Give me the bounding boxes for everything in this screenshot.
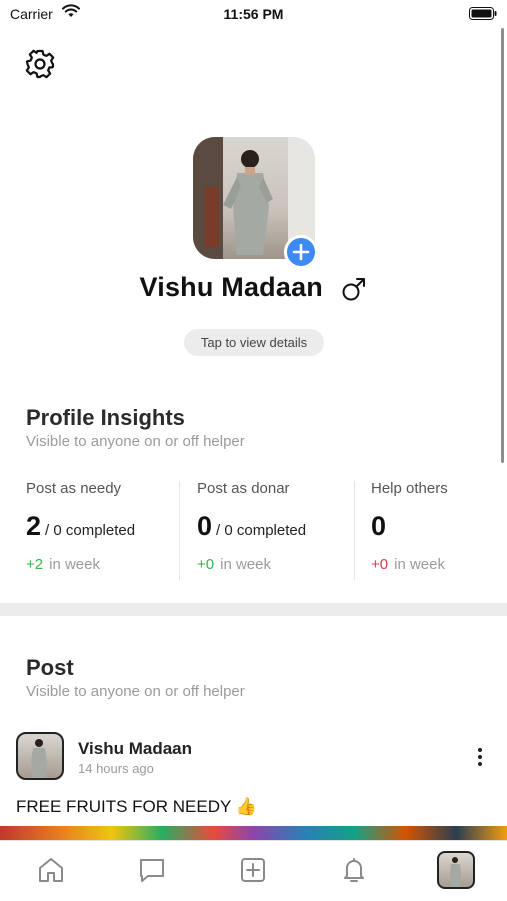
post-caption: FREE FRUITS FOR NEEDY 👍 [16,797,257,816]
posts-subtitle: Visible to anyone on or off helper [26,683,245,700]
gear-icon[interactable] [24,48,56,80]
stat-label: Help others [371,480,448,497]
stat-value: 2/ 0 completed [26,511,135,542]
stat-delta: +2 [26,556,44,573]
section-separator [0,603,507,616]
profile-name: Vishu Madaan [139,272,323,302]
stat-week: +0 in week [197,556,306,573]
post-image[interactable] [0,826,507,840]
stat-value: 0 [371,511,448,542]
stat-count: 0 [371,511,387,541]
insights-title: Profile Insights [26,405,185,430]
bell-icon[interactable] [338,854,370,886]
plus-icon [292,243,310,261]
stat-period: in week [49,556,100,573]
stat-period: in week [394,556,445,573]
male-gender-icon [341,276,367,307]
stat-week: +2 in week [26,556,135,573]
view-details-button[interactable]: Tap to view details [184,329,324,356]
stat-period: in week [220,556,271,573]
stat-delta: +0 [197,556,215,573]
insights-subtitle: Visible to anyone on or off helper [26,433,245,450]
home-icon[interactable] [35,854,67,886]
add-post-icon[interactable] [237,854,269,886]
battery-icon [469,7,497,23]
stat-label: Post as donar [197,480,290,497]
stat-count: 0 [197,511,213,541]
stat-label: Post as needy [26,480,122,497]
stat-count: 2 [26,511,42,541]
tab-bar [0,840,507,901]
posts-title: Post [26,655,74,680]
post-author-name[interactable]: Vishu Madaan [78,739,192,759]
more-options-icon[interactable] [472,745,488,769]
post-timestamp: 14 hours ago [78,761,154,776]
divider [354,481,355,580]
post-author-avatar[interactable] [16,732,64,780]
stat-week: +0 in week [371,556,448,573]
chat-icon[interactable] [136,854,168,886]
stat-completed: / 0 completed [216,522,307,539]
clock: 11:56 PM [223,6,284,22]
tab-profile-avatar[interactable] [437,851,475,889]
status-bar: Carrier 11:56 PM [0,0,507,28]
stat-post-as-needy: Post as needy 2/ 0 completed +2 in week [26,480,135,580]
profile-name-row: Vishu Madaan [0,272,507,307]
stat-help-others: Help others 0 +0 in week [371,480,448,580]
stat-completed: / 0 completed [45,522,136,539]
divider [179,481,180,580]
stat-post-as-donar: Post as donar 0/ 0 completed +0 in week [197,480,306,580]
stat-delta: +0 [371,556,389,573]
add-photo-button[interactable] [284,235,318,269]
stat-value: 0/ 0 completed [197,511,306,542]
scrollbar[interactable] [501,28,504,463]
